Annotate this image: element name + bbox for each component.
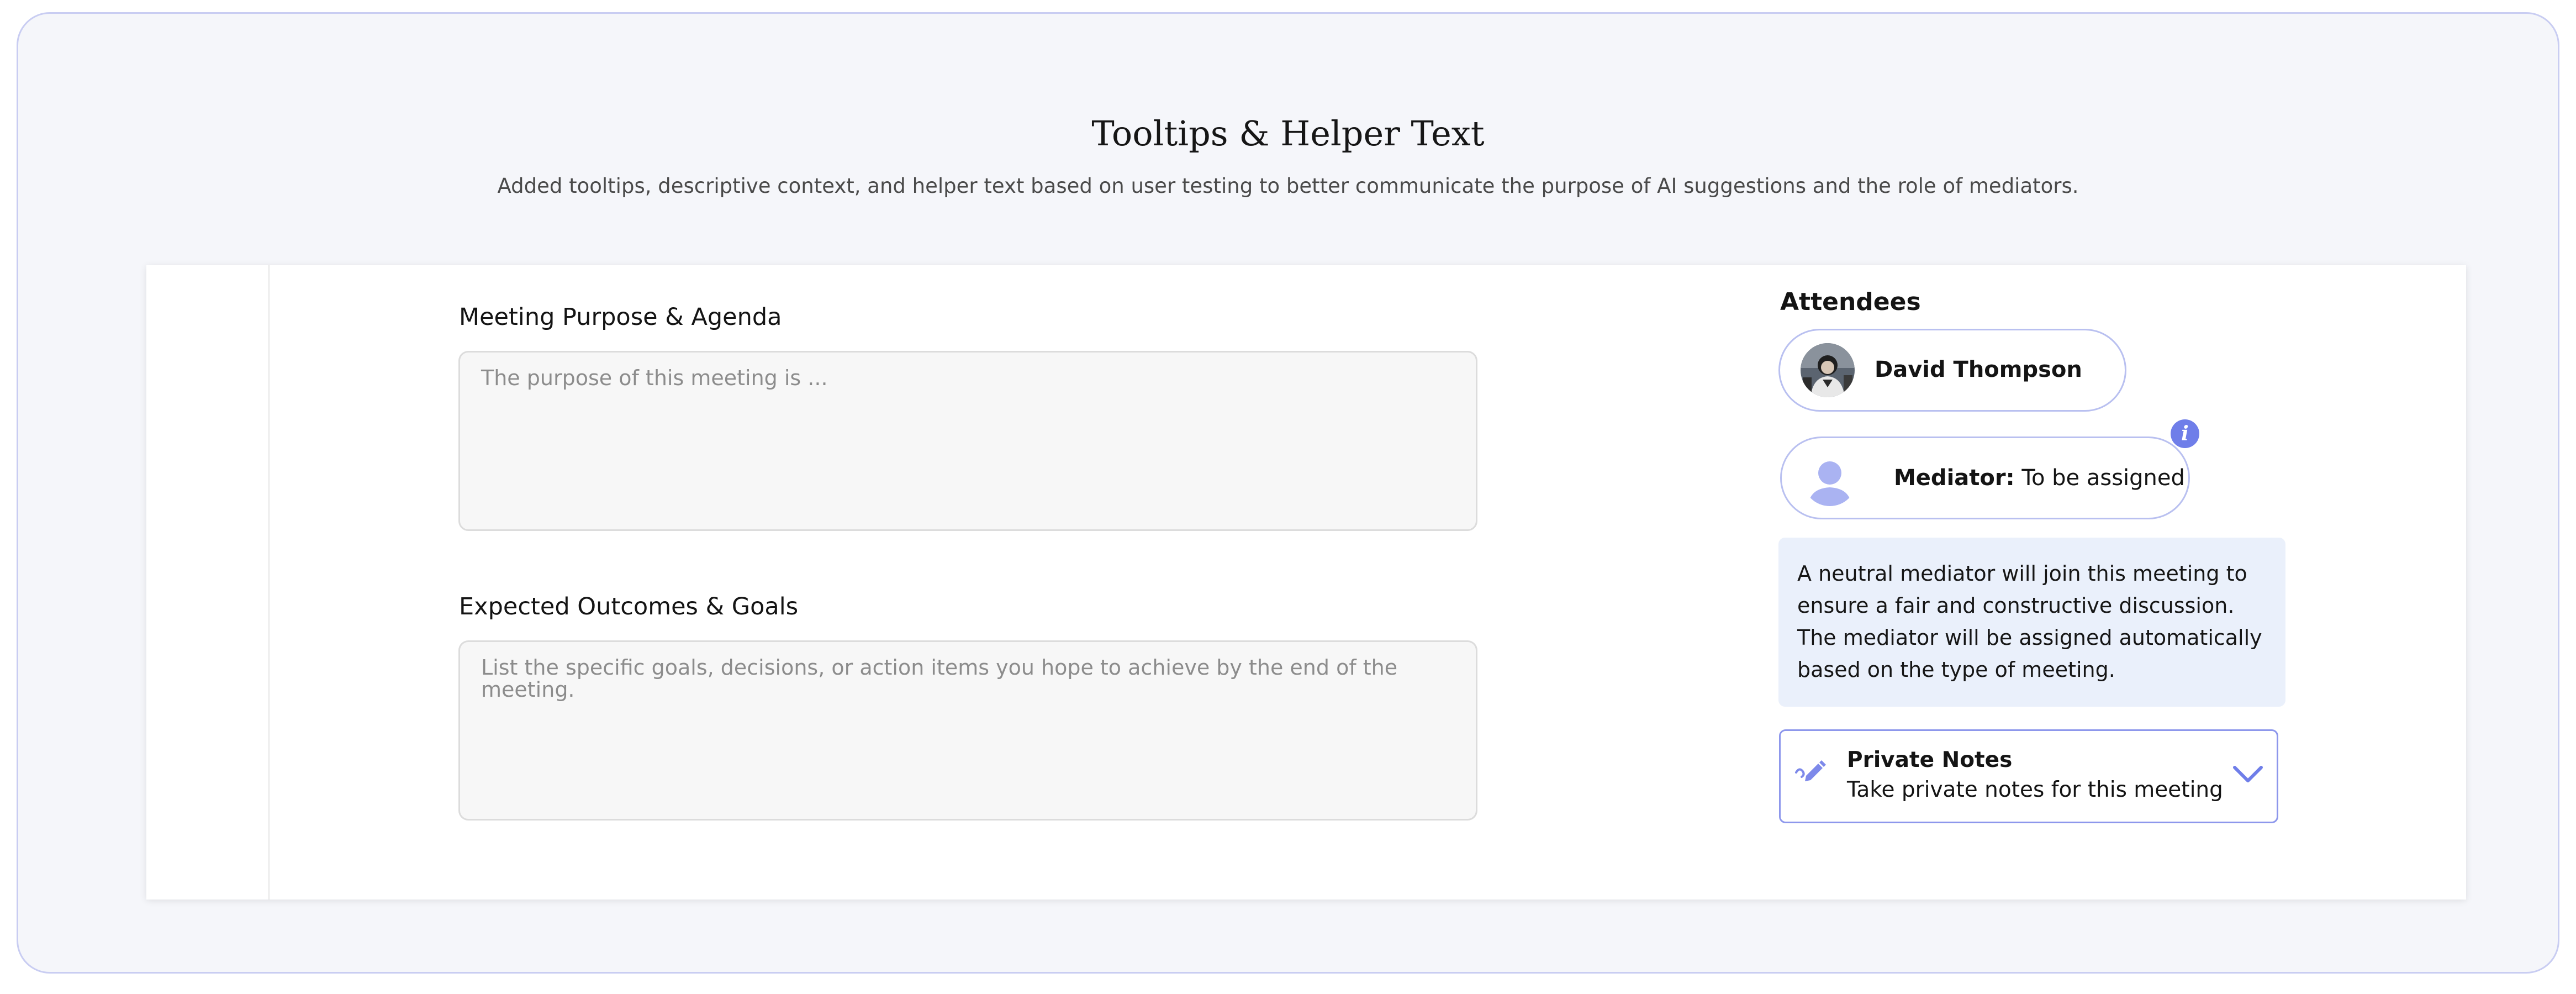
info-icon[interactable]: i bbox=[2171, 419, 2199, 448]
avatar bbox=[1803, 452, 1857, 506]
page-subtitle: Added tooltips, descriptive context, and… bbox=[497, 174, 2079, 198]
outcomes-label: Expected Outcomes & Goals bbox=[459, 593, 799, 620]
outcomes-textarea[interactable] bbox=[458, 640, 1477, 821]
private-notes-title: Private Notes bbox=[1847, 748, 2013, 772]
attendee-name: David Thompson bbox=[1875, 357, 2082, 382]
page-title: Tooltips & Helper Text bbox=[1091, 113, 1485, 154]
attendee-pill-david[interactable]: David Thompson bbox=[1778, 329, 2126, 412]
purpose-label: Meeting Purpose & Agenda bbox=[459, 303, 782, 331]
mediator-role-label: Mediator: bbox=[1894, 465, 2015, 491]
avatar bbox=[1801, 343, 1855, 397]
mediator-pill[interactable]: Mediator: To be assigned bbox=[1780, 436, 2190, 519]
user-silhouette-icon bbox=[1808, 461, 1851, 506]
chevron-down-icon[interactable] bbox=[2232, 765, 2263, 786]
mediator-tooltip: A neutral mediator will join this meetin… bbox=[1778, 538, 2285, 707]
private-notes-toggle[interactable]: Private Notes Take private notes for thi… bbox=[1779, 729, 2278, 823]
showcase-card: Tooltips & Helper Text Added tooltips, d… bbox=[17, 12, 2559, 974]
person-photo-icon bbox=[1801, 343, 1855, 397]
sidebar-divider bbox=[268, 265, 270, 900]
private-notes-description: Take private notes for this meeting bbox=[1847, 777, 2223, 802]
pencil-icon bbox=[1794, 756, 1829, 786]
attendees-title: Attendees bbox=[1780, 288, 1921, 316]
mediator-text: Mediator: To be assigned bbox=[1894, 465, 2185, 491]
mediator-status: To be assigned bbox=[2021, 465, 2185, 491]
purpose-textarea[interactable] bbox=[458, 351, 1477, 531]
